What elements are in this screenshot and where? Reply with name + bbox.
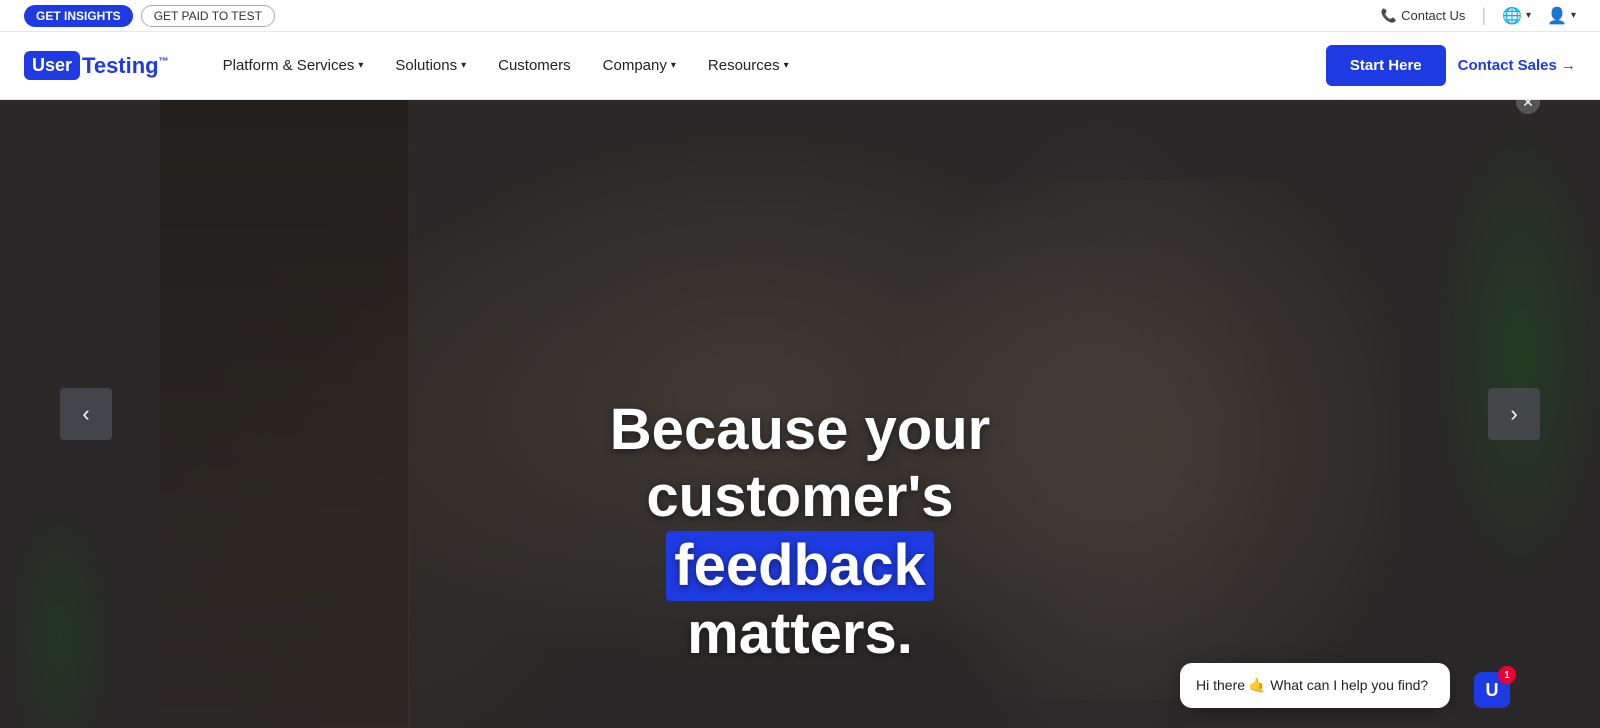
main-nav: User Testing™ Platform & Services ▾ Solu… — [0, 32, 1600, 100]
logo-testing-text: Testing™ — [82, 53, 169, 79]
hero-headline: Because your customer's feedback matters… — [500, 397, 1100, 668]
chevron-resources: ▾ — [784, 60, 789, 71]
contact-sales-button[interactable]: Contact Sales → — [1458, 57, 1576, 74]
chevron-down-icon-2: ▾ — [1571, 10, 1576, 21]
hero-text-block: Because your customer's feedback matters… — [500, 397, 1100, 668]
hero-line1: Because your — [610, 397, 990, 462]
top-bar-right: 📞 Contact Us | 🌐 ▾ 👤 ▾ — [1381, 5, 1576, 26]
contact-us-link[interactable]: 📞 Contact Us — [1381, 8, 1466, 24]
logo-user-box: User — [24, 51, 80, 80]
nav-platform-services[interactable]: Platform & Services ▾ — [209, 49, 378, 82]
nav-company[interactable]: Company ▾ — [589, 49, 690, 82]
chevron-company: ▾ — [671, 60, 676, 71]
get-paid-button[interactable]: GET PAID TO TEST — [141, 5, 275, 27]
person-icon: 👤 — [1547, 6, 1567, 26]
chevron-solutions: ▾ — [461, 60, 466, 71]
nav-solutions[interactable]: Solutions ▾ — [381, 49, 480, 82]
nav-resources[interactable]: Resources ▾ — [694, 49, 803, 82]
logo-tm: ™ — [159, 56, 169, 67]
chat-bubble: Hi there 🤙 What can I help you find? — [1180, 663, 1450, 708]
chat-bot-label: U — [1486, 680, 1499, 701]
top-bar: GET INSIGHTS GET PAID TO TEST 📞 Contact … — [0, 0, 1600, 32]
chat-message: Hi there 🤙 What can I help you find? — [1196, 677, 1428, 694]
hero-shelf-decoration — [160, 100, 410, 728]
hero-plant-left — [0, 428, 120, 728]
chat-badge: 1 — [1498, 666, 1516, 684]
language-selector[interactable]: 🌐 ▾ — [1502, 6, 1531, 26]
nav-actions: Start Here Contact Sales → — [1326, 45, 1576, 86]
chat-bot-button[interactable]: U 1 — [1474, 672, 1510, 708]
logo[interactable]: User Testing™ — [24, 51, 169, 80]
top-bar-left: GET INSIGHTS GET PAID TO TEST — [24, 5, 275, 27]
nav-links: Platform & Services ▾ Solutions ▾ Custom… — [209, 49, 1326, 82]
carousel-next-button[interactable]: › — [1488, 388, 1540, 440]
hero-line2: customer's — [646, 464, 953, 529]
contact-us-label: Contact Us — [1401, 8, 1465, 23]
hero-section: ‹ › Because your customer's feedback mat… — [0, 100, 1600, 728]
hero-highlight-word: feedback — [666, 531, 933, 602]
start-here-button[interactable]: Start Here — [1326, 45, 1446, 86]
carousel-prev-button[interactable]: ‹ — [60, 388, 112, 440]
chevron-platform: ▾ — [358, 60, 363, 71]
phone-icon: 📞 — [1381, 8, 1397, 24]
nav-customers[interactable]: Customers — [484, 49, 585, 82]
globe-icon: 🌐 — [1502, 6, 1522, 26]
hero-line3: matters. — [687, 601, 913, 666]
separator: | — [1481, 5, 1486, 26]
chevron-down-icon: ▾ — [1526, 10, 1531, 21]
get-insights-button[interactable]: GET INSIGHTS — [24, 5, 133, 27]
account-menu[interactable]: 👤 ▾ — [1547, 6, 1576, 26]
